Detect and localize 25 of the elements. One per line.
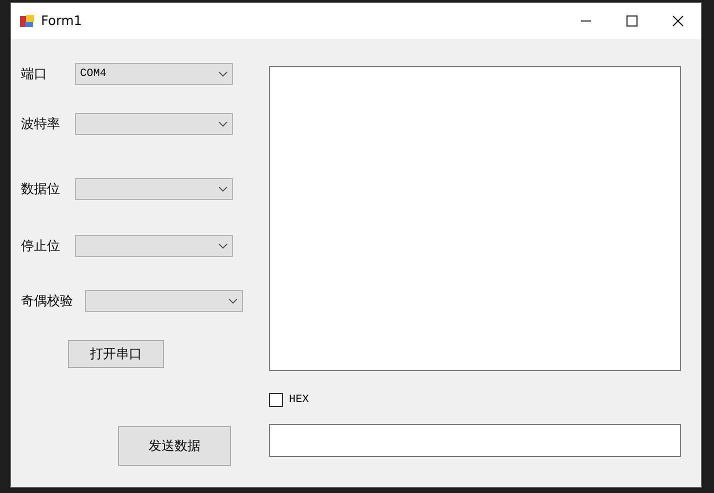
dropdown[interactable] [75,178,233,200]
field-label: 数据位 [21,181,61,198]
chevron-icon [218,121,228,127]
field-label: 奇偶校验 [21,293,74,310]
dropdown[interactable] [75,113,233,135]
dropdown[interactable] [85,290,243,312]
window-title: Form1 [41,14,84,28]
close-icon [672,15,684,27]
send-button[interactable]: 发送数据 [118,426,231,466]
open-port-button[interactable]: 打开串口 [68,340,164,368]
field-label: 端口 [21,66,48,83]
receive-text-area[interactable] [269,66,681,371]
chevron-icon [218,186,228,192]
dropdown[interactable]: COM4 [75,63,233,85]
hex-checkbox[interactable] [269,393,283,407]
field-label: 停止位 [21,238,61,255]
app-icon [19,13,35,29]
maximize-icon [626,15,638,27]
chevron-icon [228,298,238,304]
send-input-field[interactable] [269,424,681,457]
chevron-icon [218,243,228,249]
chevron-icon [218,71,228,77]
checkbox-label: HEX [289,394,309,406]
dropdown[interactable] [75,235,233,257]
field-label: 波特率 [21,116,61,133]
